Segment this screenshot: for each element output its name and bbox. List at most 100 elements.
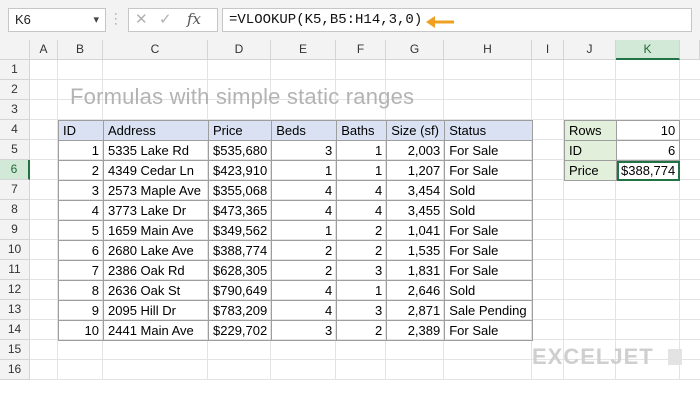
table-cell[interactable]: 1,041 <box>386 220 446 241</box>
table-cell[interactable]: For Sale <box>444 260 534 281</box>
table-cell[interactable]: 1,831 <box>386 260 446 281</box>
table-cell[interactable]: $790,649 <box>207 280 273 301</box>
table-cell[interactable]: For Sale <box>444 240 534 261</box>
column-header-d[interactable]: D <box>208 40 271 60</box>
table-cell[interactable]: 2,003 <box>386 140 446 161</box>
row-header-4[interactable]: 4 <box>0 120 30 140</box>
table-cell[interactable]: 2680 Lake Ave <box>103 240 209 261</box>
table-cell[interactable]: Sale Pending <box>444 300 534 321</box>
table-cell[interactable]: 3 <box>271 320 338 341</box>
cancel-icon[interactable]: ✕ <box>135 10 148 28</box>
column-header-cell[interactable]: Price <box>207 120 273 141</box>
table-cell[interactable]: 2 <box>271 240 338 261</box>
row-header-2[interactable]: 2 <box>0 80 30 100</box>
column-header-h[interactable]: H <box>444 40 532 60</box>
table-cell[interactable]: 6 <box>58 240 104 261</box>
name-box[interactable]: K6 ▾ <box>8 8 106 32</box>
table-cell[interactable]: 1 <box>336 140 388 161</box>
price-label[interactable]: Price <box>564 160 617 181</box>
table-cell[interactable]: 1 <box>271 160 338 181</box>
table-cell[interactable]: 1,535 <box>386 240 446 261</box>
table-cell[interactable]: 10 <box>58 320 104 341</box>
table-cell[interactable]: 4 <box>271 280 338 301</box>
column-header-j[interactable]: J <box>564 40 616 60</box>
row-header-3[interactable]: 3 <box>0 100 30 120</box>
table-cell[interactable]: For Sale <box>444 140 534 161</box>
table-cell[interactable]: 1 <box>58 140 104 161</box>
more-options-icon[interactable]: · · · <box>114 9 120 30</box>
rows-label[interactable]: Rows <box>564 120 617 141</box>
table-cell[interactable]: 2095 Hill Dr <box>103 300 209 321</box>
rows-value[interactable]: 10 <box>615 120 681 141</box>
row-header-11[interactable]: 11 <box>0 260 30 280</box>
table-cell[interactable]: $783,209 <box>207 300 273 321</box>
table-cell[interactable]: 4 <box>271 300 338 321</box>
column-header-e[interactable]: E <box>271 40 336 60</box>
table-cell[interactable]: $349,562 <box>207 220 273 241</box>
column-header-a[interactable]: A <box>30 40 58 60</box>
table-cell[interactable]: 3 <box>336 260 388 281</box>
column-header-i[interactable]: I <box>532 40 564 60</box>
row-header-8[interactable]: 8 <box>0 200 30 220</box>
row-header-12[interactable]: 12 <box>0 280 30 300</box>
column-header-cell[interactable]: Status <box>444 120 534 141</box>
table-cell[interactable]: 2 <box>336 220 388 241</box>
table-cell[interactable]: 4 <box>271 180 338 201</box>
table-cell[interactable]: $535,680 <box>207 140 273 161</box>
table-cell[interactable]: 2 <box>271 260 338 281</box>
table-cell[interactable]: 3,455 <box>386 200 446 221</box>
id-label[interactable]: ID <box>564 140 617 161</box>
column-header-cell[interactable]: ID <box>58 120 104 141</box>
enter-icon[interactable]: ✓ <box>159 10 172 28</box>
table-cell[interactable]: 4 <box>336 180 388 201</box>
table-cell[interactable]: 2573 Maple Ave <box>103 180 209 201</box>
table-cell[interactable]: 3 <box>58 180 104 201</box>
column-header-f[interactable]: F <box>336 40 386 60</box>
table-cell[interactable]: $229,702 <box>207 320 273 341</box>
insert-function-icon[interactable]: fx <box>187 10 201 28</box>
table-cell[interactable]: 2 <box>58 160 104 181</box>
table-cell[interactable]: 1 <box>336 160 388 181</box>
table-cell[interactable]: For Sale <box>444 320 534 341</box>
table-cell[interactable]: 3 <box>271 140 338 161</box>
column-header-g[interactable]: G <box>386 40 444 60</box>
table-cell[interactable]: 2636 Oak St <box>103 280 209 301</box>
table-cell[interactable]: 5335 Lake Rd <box>103 140 209 161</box>
column-header-k[interactable]: K <box>616 40 680 60</box>
table-cell[interactable]: 2,646 <box>386 280 446 301</box>
row-header-14[interactable]: 14 <box>0 320 30 340</box>
select-all-corner[interactable] <box>0 40 30 60</box>
table-cell[interactable]: $473,365 <box>207 200 273 221</box>
row-header-1[interactable]: 1 <box>0 60 30 80</box>
row-header-6[interactable]: 6 <box>0 160 30 180</box>
column-header-cell[interactable]: Size (sf) <box>386 120 446 141</box>
column-header-b[interactable]: B <box>58 40 103 60</box>
table-cell[interactable]: 2 <box>336 320 388 341</box>
row-header-13[interactable]: 13 <box>0 300 30 320</box>
id-value[interactable]: 6 <box>615 140 681 161</box>
table-cell[interactable]: 8 <box>58 280 104 301</box>
price-value[interactable]: $388,774 <box>615 160 681 181</box>
table-cell[interactable]: 3773 Lake Dr <box>103 200 209 221</box>
column-header-c[interactable]: C <box>103 40 208 60</box>
row-header-15[interactable]: 15 <box>0 340 30 360</box>
row-header-16[interactable]: 16 <box>0 360 30 380</box>
table-cell[interactable]: 5 <box>58 220 104 241</box>
table-cell[interactable]: 7 <box>58 260 104 281</box>
table-cell[interactable]: 1 <box>336 280 388 301</box>
table-cell[interactable]: For Sale <box>444 220 534 241</box>
table-cell[interactable]: 1,207 <box>386 160 446 181</box>
table-cell[interactable]: 9 <box>58 300 104 321</box>
table-cell[interactable]: 2,389 <box>386 320 446 341</box>
table-cell[interactable]: Sold <box>444 200 534 221</box>
table-cell[interactable]: $355,068 <box>207 180 273 201</box>
table-cell[interactable]: 1 <box>271 220 338 241</box>
table-cell[interactable]: 2 <box>336 240 388 261</box>
table-cell[interactable]: 2,871 <box>386 300 446 321</box>
table-cell[interactable]: 3,454 <box>386 180 446 201</box>
table-cell[interactable]: $423,910 <box>207 160 273 181</box>
table-cell[interactable]: For Sale <box>444 160 534 181</box>
table-cell[interactable]: 4 <box>271 200 338 221</box>
table-cell[interactable]: 4 <box>58 200 104 221</box>
column-header-cell[interactable]: Baths <box>336 120 388 141</box>
